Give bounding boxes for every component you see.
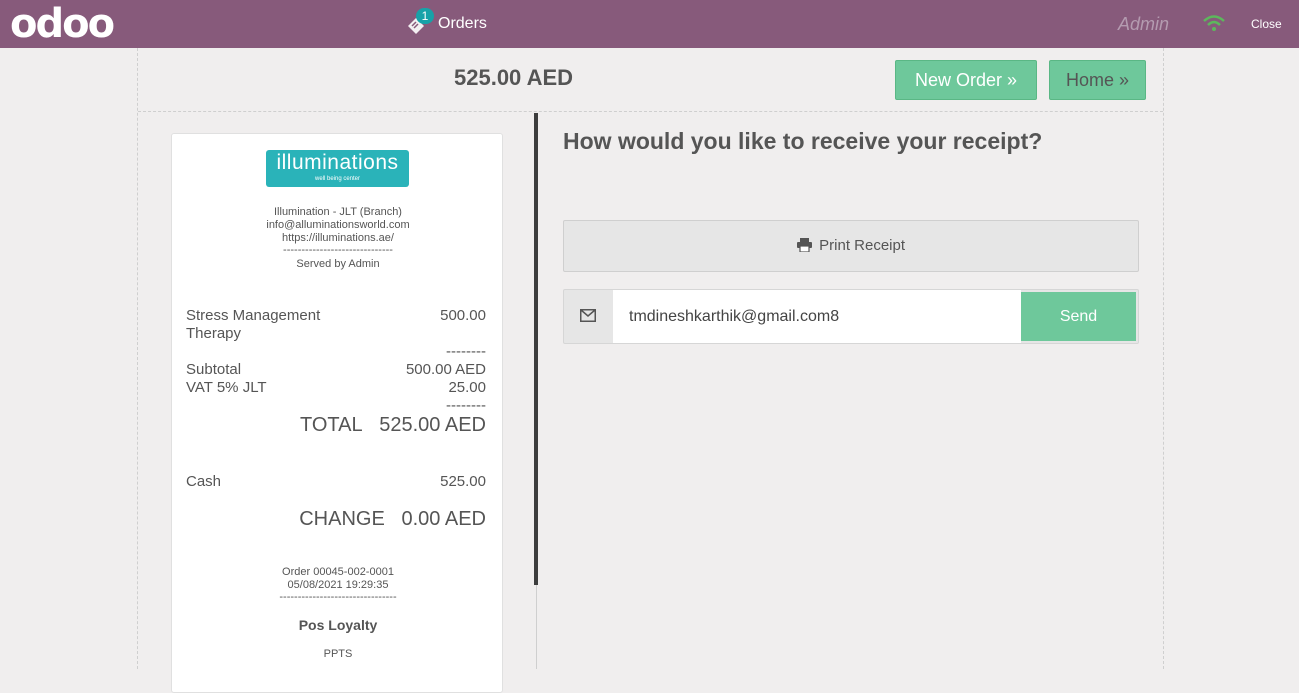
payment-value: 525.00 [440,473,486,490]
orderline-amount: 500.00 [440,307,486,324]
column-divider [534,113,538,585]
close-button[interactable]: Close [1251,17,1282,31]
printer-icon [796,238,812,253]
subtotal-value: 500.00 AED [405,361,486,378]
dash-separator: -------- [446,343,486,360]
user-name: Admin [1118,14,1170,34]
header-separator: ------------------------------ [283,244,393,256]
payment-row: Cash 525.00 [186,473,486,491]
send-button[interactable]: Send [1021,292,1136,341]
served-by: Served by Admin [296,258,380,270]
receipt-question: How would you like to receive your recei… [563,128,1043,154]
odoo-logo: odoo [10,1,115,47]
company-name: Illumination - JLT (Branch) [274,206,402,218]
receipt-header: 525.00 AED New Order » Home » [138,48,1163,112]
payment-label: Cash [186,473,222,490]
orderline-name: Stress Management [186,307,321,324]
logo-subtext: well being center [314,176,361,182]
order-reference: Order 00045-002-0001 [282,566,394,578]
total-value: 525.00 AED [379,414,486,436]
orders-count-badge: 1 [416,8,434,24]
home-button[interactable]: Home » [1049,60,1146,100]
loyalty-points: PPTS [323,648,353,660]
column-divider-light [536,585,537,669]
order-total: 525.00 AED [454,65,574,90]
logo-text: illuminations [276,151,399,174]
orders-label: Orders [438,15,487,32]
loyalty-title: Pos Loyalty [298,617,378,633]
ticket-icon: 1 [406,8,434,38]
company-logo: illuminations well being center [266,150,409,187]
tax-row: VAT 5% JLT 25.00 [186,379,486,397]
orderline: Stress Management 500.00 [186,307,486,325]
footer-separator: -------------------------------- [279,591,397,603]
change-value: 0.00 AED [401,508,486,530]
new-order-button[interactable]: New Order » [895,60,1037,100]
total-row: TOTAL 525.00 AED [300,413,486,437]
change-row: CHANGE 0.00 AED [299,507,486,531]
subtotal-label: Subtotal [186,361,242,378]
email-receipt-box: Send [563,289,1139,344]
total-label: TOTAL [299,414,363,436]
change-label: CHANGE [299,508,385,530]
email-input[interactable] [613,290,1021,343]
company-email: info@alluminationsworld.com [266,219,410,231]
tax-label: VAT 5% JLT [186,379,267,396]
top-bar: odoo 1 Orders Admin Close [0,0,1299,48]
subtotal-row: Subtotal 500.00 AED [186,361,486,379]
orderline-name-cont: Therapy [186,325,242,342]
receipt-ticket: illuminations well being center Illumina… [171,133,503,693]
tax-value: 25.00 [448,379,486,396]
orders-button[interactable]: 1 Orders [406,8,487,38]
receipt-screen: 525.00 AED New Order » Home » illuminati… [137,48,1164,693]
wifi-icon [1203,15,1225,36]
envelope-icon [580,309,596,322]
print-receipt-label: Print Receipt [819,237,906,254]
receipt-column: illuminations well being center Illumina… [138,113,537,693]
print-receipt-button[interactable]: Print Receipt [563,220,1139,272]
